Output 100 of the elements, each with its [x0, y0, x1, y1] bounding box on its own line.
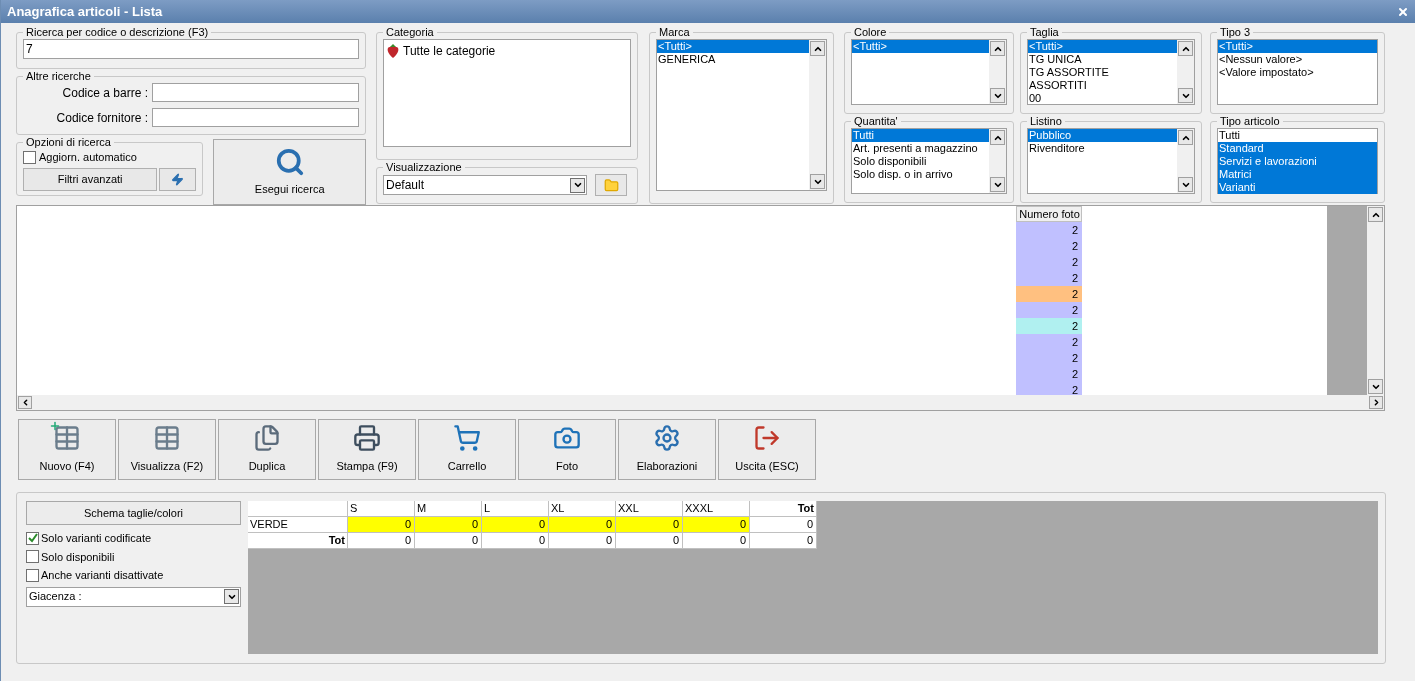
- category-tree[interactable]: Tutte le categorie: [383, 39, 631, 147]
- close-button[interactable]: [1397, 5, 1409, 18]
- scroll-right-button[interactable]: [1369, 396, 1383, 409]
- scroll-up-button[interactable]: [990, 130, 1005, 145]
- scrollbar[interactable]: [1367, 206, 1384, 395]
- checkbox[interactable]: [26, 568, 39, 582]
- list-item[interactable]: Tutti: [852, 129, 989, 142]
- scroll-up-button[interactable]: [1178, 41, 1193, 56]
- list-box[interactable]: Pubblico Rivenditore: [1027, 128, 1195, 194]
- scroll-down-button[interactable]: [1368, 379, 1383, 394]
- list-item[interactable]: 00: [1028, 92, 1177, 105]
- list-box[interactable]: <Tutti> GENERICA: [656, 39, 827, 191]
- list-item[interactable]: TG ASSORTITE: [1028, 66, 1177, 79]
- run-search-button[interactable]: Esegui ricerca: [213, 139, 366, 205]
- list-item[interactable]: Servizi e lavorazioni: [1218, 155, 1377, 168]
- group-title: Ricerca per codice o descrizione (F3): [25, 26, 210, 39]
- tree-item[interactable]: Tutte le categorie: [403, 42, 496, 60]
- table-cell: 2: [1016, 334, 1083, 350]
- scroll-down-button[interactable]: [1178, 88, 1193, 103]
- list-item[interactable]: Art. presenti a magazzino: [852, 142, 989, 155]
- strawberry-icon: [386, 43, 400, 59]
- list-box[interactable]: <Tutti> <Nessun valore> <Valore impostato>: [1217, 39, 1378, 105]
- scroll-up-button[interactable]: [1178, 130, 1193, 145]
- group-title: Visualizzazione: [385, 161, 463, 174]
- list-item[interactable]: Solo disponibili: [852, 155, 989, 168]
- list-item[interactable]: <Tutti>: [1218, 40, 1377, 53]
- scroll-down-button[interactable]: [810, 174, 825, 189]
- scrollbar[interactable]: [989, 40, 1006, 104]
- toolbar-button[interactable]: Stampa (F9): [318, 419, 416, 480]
- group-title: Quantita': [853, 115, 899, 128]
- group-title: Listino: [1029, 115, 1063, 128]
- scrollbar[interactable]: [1177, 40, 1194, 104]
- scroll-down-button[interactable]: [1178, 177, 1193, 192]
- list-item[interactable]: <Tutti>: [852, 40, 989, 53]
- group-title: Taglia: [1029, 26, 1060, 39]
- list-item[interactable]: Matrici: [1218, 168, 1377, 181]
- table-cell: 0: [750, 533, 817, 549]
- list-box[interactable]: <Tutti>: [851, 39, 1007, 105]
- toolbar-button[interactable]: Visualizza (F2): [118, 419, 216, 480]
- lightning-button[interactable]: [159, 167, 197, 191]
- toolbar-button[interactable]: Nuovo (F4): [18, 419, 116, 480]
- scheme-button[interactable]: Schema taglie/colori: [26, 501, 241, 525]
- table-cell: 2: [1016, 270, 1083, 286]
- table-cell: 2: [1016, 254, 1083, 270]
- list-item[interactable]: Rivenditore: [1028, 142, 1177, 155]
- list-item[interactable]: <Valore impostato>: [1218, 66, 1377, 79]
- column-header[interactable]: Numero foto: [1016, 206, 1083, 222]
- scroll-down-button[interactable]: [990, 177, 1005, 192]
- advanced-filters-button[interactable]: Filtri avanzati: [23, 167, 158, 191]
- toolbar-button[interactable]: Carrello: [418, 419, 516, 480]
- scroll-left-button[interactable]: [18, 396, 32, 409]
- list-box[interactable]: <Tutti> TG UNICA TG ASSORTITE ASSORTITI 00: [1027, 39, 1195, 105]
- view-dropdown[interactable]: Default: [383, 175, 587, 195]
- lightning-icon: [171, 172, 185, 186]
- cart-icon: [453, 424, 481, 453]
- settings-icon: [653, 424, 681, 453]
- list-item[interactable]: Tutti: [1218, 129, 1377, 142]
- table-cell: 0: [683, 517, 750, 533]
- stock-dropdown[interactable]: Giacenza :: [26, 586, 241, 607]
- list-box[interactable]: Tutti Standard Servizi e lavorazioni Matrici Varianti: [1217, 128, 1378, 194]
- list-item[interactable]: Varianti: [1218, 181, 1377, 194]
- input-field[interactable]: [152, 83, 359, 102]
- list-item[interactable]: TG UNICA: [1028, 53, 1177, 66]
- list-item[interactable]: Standard: [1218, 142, 1377, 155]
- scrollbar[interactable]: [809, 40, 826, 190]
- scrollbar[interactable]: [989, 129, 1006, 193]
- list-box[interactable]: Tutti Art. presenti a magazzino Solo disponibili Solo disp. o in arrivo: [851, 128, 1007, 194]
- exit-icon: [753, 424, 781, 453]
- group-title: Altre ricerche: [25, 70, 92, 83]
- search-icon: [274, 146, 305, 177]
- table-cell: 2: [1016, 238, 1083, 254]
- table-cell: 0: [482, 533, 549, 549]
- checkbox-label: Solo varianti codificate: [41, 531, 152, 546]
- checkbox[interactable]: [26, 531, 39, 545]
- list-item[interactable]: ASSORTITI: [1028, 79, 1177, 92]
- scroll-down-button[interactable]: [990, 88, 1005, 103]
- list-item[interactable]: <Tutti>: [1028, 40, 1177, 53]
- toolbar-button[interactable]: Elaborazioni: [618, 419, 716, 480]
- list-item[interactable]: Pubblico: [1028, 129, 1177, 142]
- checkbox[interactable]: [26, 550, 39, 564]
- scroll-up-button[interactable]: [810, 41, 825, 56]
- toolbar-button[interactable]: Duplica: [218, 419, 316, 480]
- toolbar-button[interactable]: Uscita (ESC): [718, 419, 816, 480]
- checkbox[interactable]: [23, 150, 36, 164]
- table-cell: 0: [549, 517, 616, 533]
- scrollbar[interactable]: [1177, 129, 1194, 193]
- table-cell: 0: [549, 533, 616, 549]
- list-item[interactable]: Solo disp. o in arrivo: [852, 168, 989, 181]
- list-item[interactable]: <Nessun valore>: [1218, 53, 1377, 66]
- scroll-up-button[interactable]: [990, 41, 1005, 56]
- list-item[interactable]: <Tutti>: [657, 40, 809, 53]
- input-field[interactable]: [152, 108, 359, 127]
- search-field[interactable]: 7: [23, 39, 359, 59]
- horizontal-scrollbar[interactable]: [17, 395, 1384, 410]
- list-item[interactable]: GENERICA: [657, 53, 809, 66]
- table-cell: 0: [348, 517, 415, 533]
- checkbox-label: Anche varianti disattivate: [41, 568, 164, 583]
- group-title: Tipo articolo: [1219, 115, 1281, 128]
- toolbar-button[interactable]: Foto: [518, 419, 616, 480]
- scroll-up-button[interactable]: [1368, 207, 1383, 222]
